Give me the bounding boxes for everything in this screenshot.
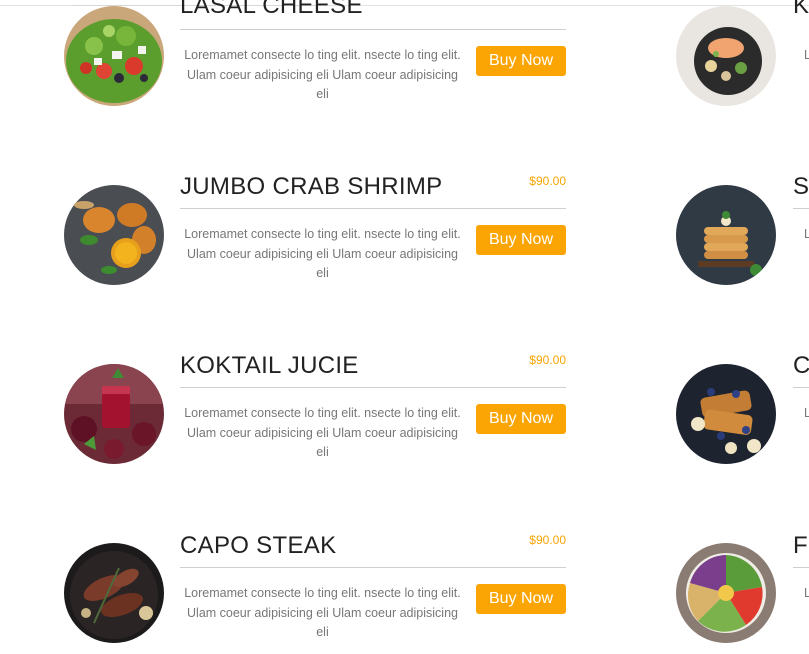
buy-now-button[interactable]: Buy Now — [476, 584, 566, 614]
item-description: Loremamet consecte lo ting elit. nsecte … — [184, 227, 461, 280]
item-price: $90.00 — [529, 353, 566, 367]
item-title-partial: F — [793, 532, 808, 559]
item-divider — [180, 208, 566, 209]
item-description: Loremamet consecte lo ting elit. nsecte … — [184, 586, 461, 639]
juice-photo — [64, 364, 164, 464]
buy-now-button[interactable]: Buy Now — [476, 225, 566, 255]
item-divider — [793, 567, 809, 568]
item-divider — [180, 387, 566, 388]
item-title-partial: S — [793, 173, 809, 200]
crab-shrimp-photo — [64, 185, 164, 285]
steak-photo — [64, 543, 164, 643]
item-description: Loremamet consecte lo ting elit. nsecte … — [184, 48, 461, 101]
item-title: CAPO STEAK — [180, 532, 337, 559]
item-price: $90.00 — [529, 533, 566, 547]
item-title: LASAL CHEESE — [180, 0, 363, 19]
item-divider — [793, 387, 809, 388]
item-title: KOKTAIL JUCIE — [180, 352, 359, 379]
item-title: JUMBO CRAB SHRIMP — [180, 173, 443, 200]
salmon-plate-photo — [676, 6, 776, 106]
buddha-bowl-photo — [676, 543, 776, 643]
item-divider — [180, 567, 566, 568]
item-divider — [180, 29, 566, 30]
item-title-partial: K — [793, 0, 809, 19]
buy-now-button[interactable]: Buy Now — [476, 404, 566, 434]
buy-now-button[interactable]: Buy Now — [476, 46, 566, 76]
item-description: Loremamet consecte lo ting elit. nsecte … — [184, 406, 461, 459]
item-description-partial: L — [804, 406, 809, 420]
pancakes-photo — [676, 185, 776, 285]
french-toast-photo — [676, 364, 776, 464]
item-title-partial: C — [793, 352, 809, 379]
salad-photo — [64, 6, 164, 106]
item-price: $90.00 — [529, 174, 566, 188]
item-description-partial: L — [804, 586, 809, 600]
item-description-partial: L — [804, 48, 809, 62]
item-description-partial: L — [804, 227, 809, 241]
item-divider — [793, 208, 809, 209]
